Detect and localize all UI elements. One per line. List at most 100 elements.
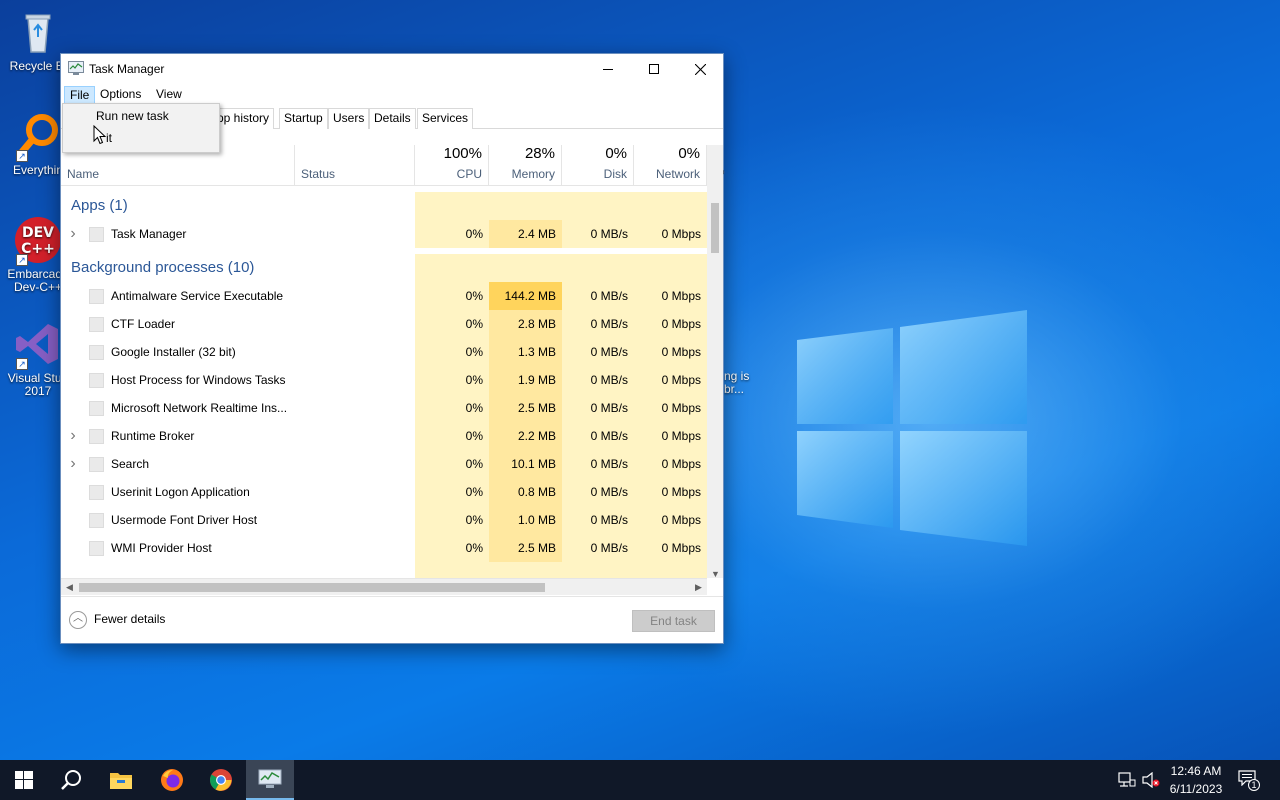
network-cell: 0 Mbps <box>634 506 707 534</box>
horizontal-scrollbar[interactable]: ◀ ▶ <box>61 578 707 595</box>
table-row[interactable] <box>61 562 707 578</box>
table-row[interactable]: 0% 1.3 MB 0 MB/s 0 Mbps Google Installer (32… <box>61 338 707 366</box>
process-name: Antimalware Service Executable <box>111 289 284 303</box>
clock-time[interactable]: 12:46 AM <box>1164 764 1228 778</box>
disk-cell: 0 MB/s <box>562 506 634 534</box>
process-name: Search <box>111 457 150 471</box>
start-icon <box>15 771 33 789</box>
fewer-details-link[interactable]: Fewer details <box>94 612 165 626</box>
taskbar-firefox[interactable] <box>148 760 196 800</box>
network-cell: 0 Mbps <box>634 310 707 338</box>
process-icon <box>89 457 104 472</box>
title-bar[interactable]: Task Manager <box>61 54 723 84</box>
table-row[interactable]: 0% 0.8 MB 0 MB/s 0 Mbps Userinit Logon Appli… <box>61 478 707 506</box>
tab-startup[interactable]: Startup <box>279 108 328 129</box>
table-row[interactable]: 0% 10.1 MB 0 MB/s 0 Mbps › Search <box>61 450 707 478</box>
column-header-memory[interactable]: 28% Memory <box>489 145 562 185</box>
chevron-up-icon[interactable]: ︿ <box>69 611 87 629</box>
menu-item-run-new-task[interactable]: Run new task <box>64 105 218 127</box>
chrome-icon <box>210 769 232 791</box>
table-row[interactable]: 0% 2.8 MB 0 MB/s 0 Mbps CTF Loader <box>61 310 707 338</box>
table-row[interactable]: 0% 144.2 MB 0 MB/s 0 Mbps Antimalware Servic… <box>61 282 707 310</box>
memory-cell: 2.4 MB <box>489 220 562 248</box>
maximize-button[interactable] <box>631 54 677 84</box>
scroll-left-arrow-icon[interactable]: ◀ <box>66 582 73 593</box>
process-icon <box>89 541 104 556</box>
clock-date[interactable]: 6/11/2023 <box>1164 782 1228 796</box>
network-cell: 0 Mbps <box>634 282 707 310</box>
cpu-cell: 0% <box>415 506 489 534</box>
group-network-cell <box>634 192 707 220</box>
group-header-background[interactable]: Background processes (10) <box>61 254 707 282</box>
group-cpu-cell <box>415 254 489 282</box>
network-cell: 0 Mbps <box>634 422 707 450</box>
column-header-disk[interactable]: 0% Disk <box>562 145 634 185</box>
process-name: Userinit Logon Application <box>111 485 250 499</box>
volume-muted-icon[interactable] <box>1142 772 1160 788</box>
close-icon <box>694 63 706 75</box>
memory-cell: 10.1 MB <box>489 450 562 478</box>
horizontal-scroll-thumb[interactable] <box>79 583 545 592</box>
chevron-right-icon[interactable]: › <box>67 422 79 450</box>
group-header-apps[interactable]: Apps (1) <box>61 192 707 220</box>
vertical-scrollbar[interactable]: ▼ <box>707 145 723 579</box>
table-row[interactable]: 0% 2.5 MB 0 MB/s 0 Mbps WMI Provider Host <box>61 534 707 562</box>
minimize-icon <box>603 69 613 70</box>
mouse-cursor-icon <box>93 125 107 145</box>
tab-users[interactable]: Users <box>328 108 370 129</box>
end-task-button[interactable]: End task <box>632 610 715 632</box>
taskbar-search-button[interactable] <box>48 760 96 800</box>
close-button[interactable] <box>677 54 723 84</box>
memory-cell: 144.2 MB <box>489 282 562 310</box>
vertical-scroll-thumb[interactable] <box>711 203 719 253</box>
tab-details[interactable]: Details <box>369 108 416 129</box>
column-header-network[interactable]: 0% Network <box>634 145 707 185</box>
network-cell <box>634 562 707 578</box>
network-cell: 0 Mbps <box>634 366 707 394</box>
cpu-cell: 0% <box>415 366 489 394</box>
taskbar-file-explorer[interactable] <box>97 760 145 800</box>
cpu-cell: 0% <box>415 394 489 422</box>
memory-cell: 2.2 MB <box>489 422 562 450</box>
column-label-memory: Memory <box>511 167 555 181</box>
visual-studio-icon: ↗ <box>14 320 62 370</box>
table-row[interactable]: 0% 1.9 MB 0 MB/s 0 Mbps Host Process for Win… <box>61 366 707 394</box>
shortcut-arrow-icon: ↗ <box>16 358 28 370</box>
tab-services[interactable]: Services <box>417 108 474 129</box>
table-row[interactable]: 0% 2.2 MB 0 MB/s 0 Mbps › Runtime Broker <box>61 422 707 450</box>
network-icon[interactable] <box>1118 772 1136 788</box>
scroll-down-arrow-icon[interactable]: ▼ <box>711 569 720 579</box>
process-name: Runtime Broker <box>111 429 195 443</box>
menu-item-exit[interactable]: it <box>64 127 218 149</box>
chevron-right-icon[interactable]: › <box>67 220 79 248</box>
column-header-status[interactable]: Status <box>295 145 415 185</box>
column-label-cpu: CPU <box>456 167 482 181</box>
desktop-icon-partial-label[interactable]: ng is br... <box>724 370 749 396</box>
task-manager-icon <box>68 61 84 75</box>
action-center-button[interactable]: 1 <box>1238 770 1260 792</box>
network-cell: 0 Mbps <box>634 478 707 506</box>
tab-app-history[interactable]: pp history <box>213 108 275 129</box>
cpu-cell: 0% <box>415 310 489 338</box>
start-button[interactable] <box>0 760 48 800</box>
chevron-right-icon[interactable]: › <box>67 450 79 478</box>
search-icon <box>61 770 81 790</box>
table-row[interactable]: 0% 1.0 MB 0 MB/s 0 Mbps Usermode Font Driver… <box>61 506 707 534</box>
network-total-percent: 0% <box>678 145 700 162</box>
svg-text:DEV: DEV <box>22 225 54 241</box>
minimize-button[interactable] <box>585 54 631 84</box>
column-header-cpu[interactable]: 100% CPU <box>415 145 489 185</box>
disk-cell: 0 MB/s <box>562 338 634 366</box>
table-row[interactable]: 0% 2.4 MB 0 MB/s 0 Mbps › Task Manager <box>61 220 707 248</box>
taskbar-task-manager[interactable] <box>246 760 294 800</box>
cpu-total-percent: 100% <box>443 145 482 162</box>
memory-total-percent: 28% <box>524 145 555 162</box>
scroll-right-arrow-icon[interactable]: ▶ <box>695 582 702 593</box>
disk-cell: 0 MB/s <box>562 366 634 394</box>
process-icon <box>89 513 104 528</box>
cpu-cell: 0% <box>415 478 489 506</box>
taskbar-chrome[interactable] <box>197 760 245 800</box>
table-row[interactable]: 0% 2.5 MB 0 MB/s 0 Mbps Microsoft Network Re… <box>61 394 707 422</box>
network-cell: 0 Mbps <box>634 338 707 366</box>
firefox-icon <box>161 769 183 791</box>
